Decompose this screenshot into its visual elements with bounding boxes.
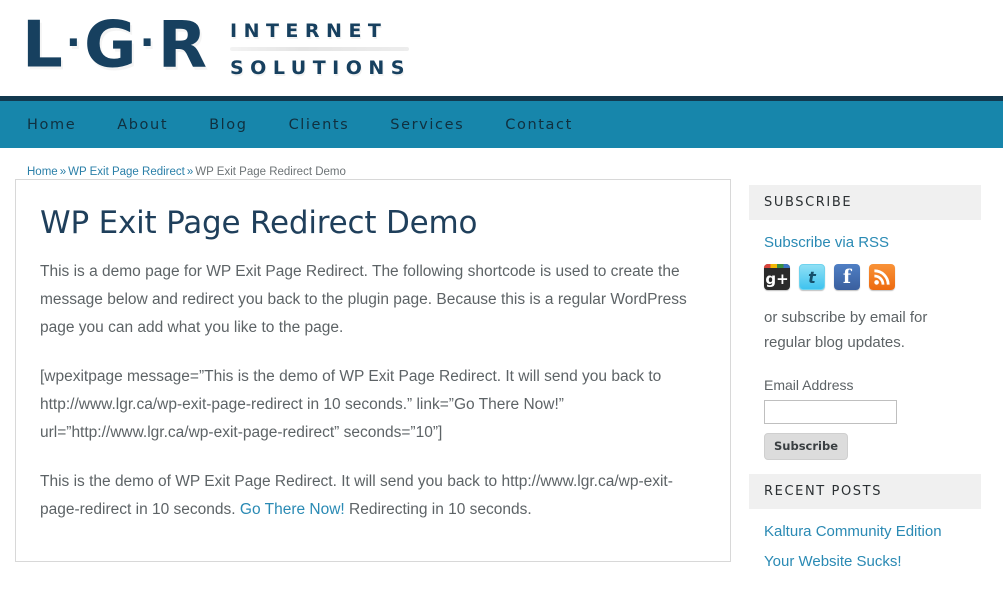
breadcrumb: Home»WP Exit Page Redirect»WP Exit Page … — [0, 148, 1003, 179]
nav-item-about[interactable]: About — [117, 117, 168, 133]
logo-dot-1: · — [64, 20, 84, 66]
subscribe-via-rss-link[interactable]: Subscribe via RSS — [764, 234, 966, 251]
nav-item-home[interactable]: Home — [27, 117, 76, 133]
intro-paragraph: This is a demo page for WP Exit Page Red… — [40, 258, 708, 342]
twitter-icon[interactable]: t — [799, 264, 825, 290]
logo-line-solutions: SOLUTIONS — [230, 56, 411, 80]
redirect-message-after: Redirecting in 10 seconds. — [345, 501, 532, 518]
subscribe-widget-title: SUBSCRIBE — [749, 185, 981, 220]
redirect-message-paragraph: This is the demo of WP Exit Page Redirec… — [40, 468, 708, 524]
social-icons-row: g+ t f — [764, 264, 966, 290]
nav-item-services[interactable]: Services — [390, 117, 464, 133]
shortcode-paragraph: [wpexitpage message=”This is the demo of… — [40, 363, 708, 447]
facebook-glyph: f — [834, 264, 860, 290]
logo-letter-g: G — [84, 8, 138, 82]
logo-letter-r: R — [158, 8, 208, 82]
main-navigation: Home About Blog Clients Services Contact — [0, 101, 1003, 148]
subscribe-button[interactable]: Subscribe — [764, 433, 848, 460]
subscribe-widget-body: Subscribe via RSS g+ t f — [749, 234, 981, 460]
breadcrumb-parent[interactable]: WP Exit Page Redirect — [68, 166, 185, 178]
logo-wordmark: INTERNET SOLUTIONS — [230, 19, 411, 80]
recent-posts-list: Kaltura Community Edition Your Website S… — [749, 523, 981, 570]
rss-glyph — [874, 269, 890, 285]
googleplus-icon[interactable]: g+ — [764, 264, 790, 290]
nav-item-contact[interactable]: Contact — [505, 117, 573, 133]
list-item[interactable]: Your Website Sucks! — [764, 553, 966, 570]
breadcrumb-current: WP Exit Page Redirect Demo — [195, 166, 346, 178]
subscribe-widget: SUBSCRIBE Subscribe via RSS g+ t f — [749, 185, 981, 460]
twitter-glyph: t — [800, 265, 824, 289]
logo-letter-l: L — [22, 8, 64, 82]
nav-item-blog[interactable]: Blog — [209, 117, 247, 133]
googleplus-glyph: g+ — [764, 268, 790, 290]
facebook-icon[interactable]: f — [834, 264, 860, 290]
logo-divider — [230, 47, 409, 51]
sidebar: SUBSCRIBE Subscribe via RSS g+ t f — [749, 185, 981, 584]
go-there-now-link[interactable]: Go There Now! — [240, 501, 345, 518]
logo-mark: L·G·R — [22, 6, 208, 82]
breadcrumb-separator-1: » — [58, 166, 68, 178]
site-logo[interactable]: L·G·R INTERNET SOLUTIONS — [22, 6, 411, 82]
email-address-label: Email Address — [764, 377, 966, 393]
main-content: WP Exit Page Redirect Demo This is a dem… — [15, 179, 731, 562]
page-body: WP Exit Page Redirect Demo This is a dem… — [0, 179, 1003, 584]
recent-posts-widget-title: RECENT POSTS — [749, 474, 981, 509]
breadcrumb-home[interactable]: Home — [27, 166, 58, 178]
subscribe-note: or subscribe by email for regular blog u… — [764, 305, 966, 355]
list-item[interactable]: Kaltura Community Edition — [764, 523, 966, 540]
nav-item-clients[interactable]: Clients — [289, 117, 350, 133]
logo-dot-2: · — [138, 20, 158, 66]
email-input[interactable] — [764, 400, 897, 424]
logo-line-internet: INTERNET — [230, 19, 411, 43]
recent-posts-widget: RECENT POSTS Kaltura Community Edition Y… — [749, 474, 981, 570]
rss-icon[interactable] — [869, 264, 895, 290]
site-header: L·G·R INTERNET SOLUTIONS — [0, 0, 1003, 96]
page-title: WP Exit Page Redirect Demo — [40, 204, 708, 242]
breadcrumb-separator-2: » — [185, 166, 195, 178]
